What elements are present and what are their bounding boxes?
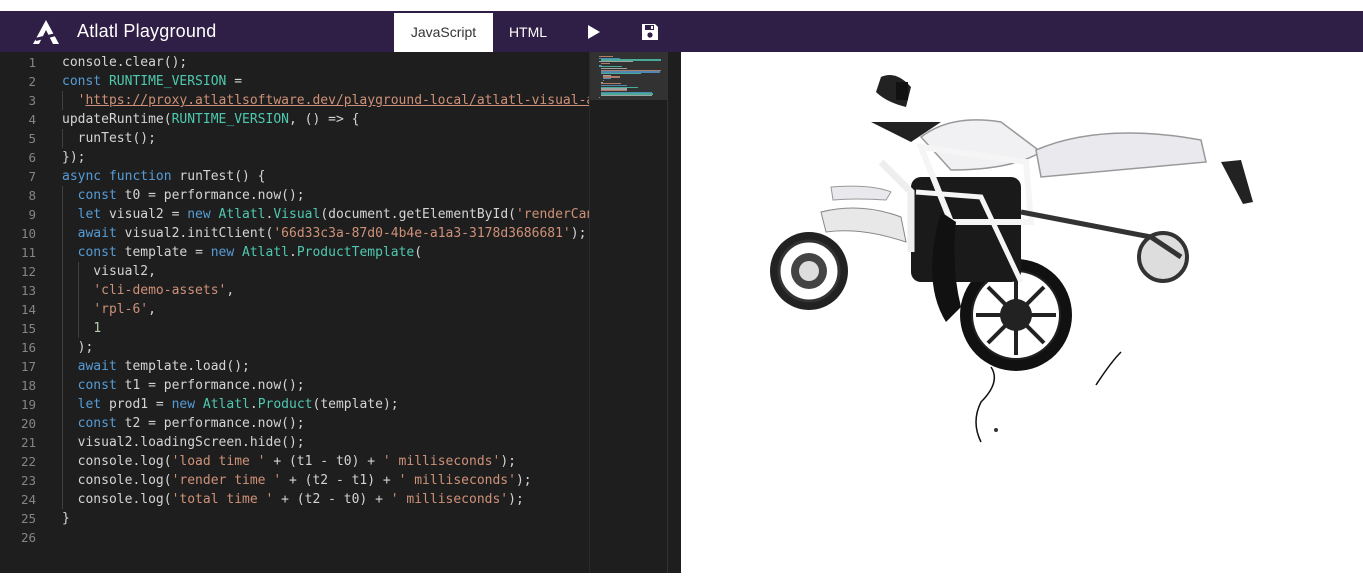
line-number: 12: [20, 264, 36, 279]
line-number: 23: [20, 473, 36, 488]
code-line[interactable]: updateRuntime(RUNTIME_VERSION, () => {: [62, 110, 359, 129]
indent-guide: [77, 300, 79, 319]
line-number: 1: [28, 55, 36, 70]
line-number: 9: [28, 207, 36, 222]
code-line[interactable]: await visual2.initClient('66d33c3a-87d0-…: [62, 224, 587, 243]
render-canvas[interactable]: [681, 52, 1363, 573]
line-number: 8: [28, 188, 36, 203]
code-line[interactable]: console.log('total time ' + (t2 - t0) + …: [62, 490, 524, 509]
line-number: 19: [20, 397, 36, 412]
editor-minimap[interactable]: [589, 52, 668, 573]
indent-guide: [62, 243, 63, 262]
line-number: 11: [20, 245, 36, 260]
indent-guide: [62, 338, 63, 357]
code-line[interactable]: console.log('load time ' + (t1 - t0) + '…: [62, 452, 516, 471]
indent-guide: [62, 471, 63, 490]
indent-guide: [62, 224, 63, 243]
line-number: 3: [28, 93, 36, 108]
indent-guide: [62, 319, 63, 338]
line-number: 22: [20, 454, 36, 469]
code-line[interactable]: 1: [62, 319, 101, 338]
indent-guide: [62, 262, 63, 281]
indent-guide: [62, 205, 63, 224]
code-line[interactable]: console.log('render time ' + (t2 - t1) +…: [62, 471, 532, 490]
code-line[interactable]: async function runTest() {: [62, 167, 266, 186]
line-number: 15: [20, 321, 36, 336]
line-number: 25: [20, 511, 36, 526]
indent-guide: [77, 319, 79, 338]
code-line[interactable]: 'https://proxy.atlatlsoftware.dev/playgr…: [62, 91, 589, 110]
minimap-line: [603, 78, 611, 80]
minimap-line: [603, 79, 605, 82]
indent-guide: [62, 91, 63, 110]
code-editor[interactable]: 1 2 3 4 5 6 7 8 9 10 11 12 13 14 15 16 17 18 19 20 21 22 23 24 2…: [0, 52, 589, 573]
line-number: 5: [28, 131, 36, 146]
code-line[interactable]: }: [62, 509, 70, 528]
tab-javascript[interactable]: JavaScript: [394, 13, 493, 52]
line-number: 10: [20, 226, 36, 241]
code-line[interactable]: const t2 = performance.now();: [62, 414, 305, 433]
line-number: 21: [20, 435, 36, 450]
line-number: 26: [20, 530, 36, 545]
code-line[interactable]: const RUNTIME_VERSION =: [62, 72, 242, 91]
indent-guide: [62, 186, 63, 205]
code-line[interactable]: const template = new Atlatl.ProductTempl…: [62, 243, 422, 262]
indent-guide: [62, 281, 63, 300]
code-line[interactable]: console.clear();: [62, 53, 187, 72]
code-line[interactable]: const t0 = performance.now();: [62, 186, 305, 205]
indent-guide: [62, 129, 63, 148]
line-number: 16: [20, 340, 36, 355]
indent-guide: [62, 490, 63, 509]
code-line[interactable]: 'cli-demo-assets',: [62, 281, 234, 300]
code-line[interactable]: );: [62, 338, 94, 357]
line-number: 24: [20, 492, 36, 507]
code-line[interactable]: await template.load();: [62, 357, 250, 376]
line-number: 17: [20, 359, 36, 374]
indent-guide: [62, 433, 63, 452]
indent-guide: [62, 395, 63, 414]
app-title: Atlatl Playground: [77, 21, 217, 41]
play-icon[interactable]: [584, 22, 604, 42]
indent-guide: [62, 357, 63, 376]
code-line[interactable]: let prod1 = new Atlatl.Product(template)…: [62, 395, 399, 414]
indent-guide: [62, 300, 63, 319]
editor-scrollbar[interactable]: [667, 52, 682, 573]
indent-guide: [77, 262, 79, 281]
line-number: 6: [28, 150, 36, 165]
save-icon[interactable]: [640, 22, 660, 42]
line-number: 20: [20, 416, 36, 431]
code-line[interactable]: let visual2 = new Atlatl.Visual(document…: [62, 205, 589, 224]
code-line[interactable]: visual2,: [62, 262, 156, 281]
minimap-line: [601, 95, 653, 97]
code-line[interactable]: runTest();: [62, 129, 156, 148]
code-line[interactable]: const t1 = performance.now();: [62, 376, 305, 395]
minimap-line: [599, 96, 600, 99]
indent-guide: [62, 376, 63, 395]
app-header: Atlatl Playground JavaScript HTML: [0, 11, 1363, 52]
line-number: 4: [28, 112, 36, 127]
indent-guide: [62, 452, 63, 471]
code-line[interactable]: });: [62, 148, 85, 167]
line-number-gutter: 1 2 3 4 5 6 7 8 9 10 11 12 13 14 15 16 17 18 19 20 21 22 23 24 2…: [0, 52, 48, 573]
code-line[interactable]: 'rpl-6',: [62, 300, 156, 319]
minimap-line: [601, 62, 611, 65]
indent-guide: [62, 414, 63, 433]
line-number: 14: [20, 302, 36, 317]
motorcycle-render: [770, 74, 1253, 443]
tab-html[interactable]: HTML: [497, 13, 559, 52]
atlatl-logo-icon: [33, 20, 59, 44]
line-number: 18: [20, 378, 36, 393]
code-line[interactable]: visual2.loadingScreen.hide();: [62, 433, 305, 452]
top-strip: [0, 0, 1363, 11]
indent-guide: [77, 281, 79, 300]
line-number: 7: [28, 169, 36, 184]
line-number: 2: [28, 74, 36, 89]
line-number: 13: [20, 283, 36, 298]
